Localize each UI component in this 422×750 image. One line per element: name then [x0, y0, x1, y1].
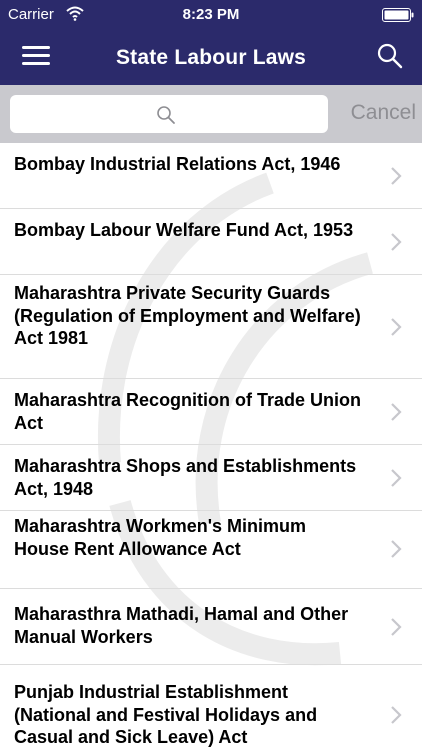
status-bar: Carrier 8:23 PM [0, 0, 422, 30]
navigation-bar: State Labour Laws [0, 30, 422, 85]
list-item[interactable]: Maharasthra Mathadi, Hamal and Other Man… [0, 589, 422, 665]
list-item[interactable]: Maharashtra Shops and Establishments Act… [0, 445, 422, 511]
list-item-label: Maharashtra Shops and Establishments Act… [14, 456, 357, 499]
list-item[interactable]: Bombay Labour Welfare Fund Act, 1953 [0, 209, 422, 275]
list-item-label: Maharashtra Workmen's Minimum House Rent… [14, 516, 307, 559]
list-item-label: Punjab Industrial Establishment (Nationa… [14, 682, 318, 747]
chevron-right-icon [391, 469, 402, 487]
chevron-right-icon [391, 318, 402, 336]
search-icon[interactable] [376, 42, 404, 70]
clock: 8:23 PM [182, 6, 240, 23]
list-item[interactable]: Punjab Industrial Establishment (Nationa… [0, 665, 422, 750]
list-item[interactable]: Bombay Industrial Relations Act, 1946 [0, 143, 422, 209]
list-item-label: Bombay Industrial Relations Act, 1946 [14, 154, 341, 174]
list-item-label: Bombay Labour Welfare Fund Act, 1953 [14, 220, 354, 240]
chevron-right-icon [391, 167, 402, 185]
battery-icon [382, 8, 414, 22]
chevron-right-icon [391, 403, 402, 421]
search-bar: Cancel [0, 85, 422, 143]
list-item[interactable]: Maharashtra Workmen's Minimum House Rent… [0, 511, 422, 589]
chevron-right-icon [391, 540, 402, 558]
chevron-right-icon [391, 706, 402, 724]
chevron-right-icon [391, 233, 402, 251]
chevron-right-icon [391, 618, 402, 636]
list-item[interactable]: Maharashtra Private Security Guards (Reg… [0, 275, 422, 379]
search-input[interactable] [18, 95, 318, 133]
cancel-button[interactable]: Cancel [351, 101, 416, 125]
list-item[interactable]: Maharashtra Recognition of Trade Union A… [0, 379, 422, 445]
list-item-label: Maharashtra Private Security Guards (Reg… [14, 283, 361, 348]
list-item-label: Maharashtra Recognition of Trade Union A… [14, 390, 362, 433]
page-title: State Labour Laws [115, 46, 307, 69]
laws-list: Bombay Industrial Relations Act, 1946 Bo… [0, 143, 422, 750]
search-field[interactable] [10, 95, 328, 133]
list-item-label: Maharasthra Mathadi, Hamal and Other Man… [14, 604, 349, 647]
